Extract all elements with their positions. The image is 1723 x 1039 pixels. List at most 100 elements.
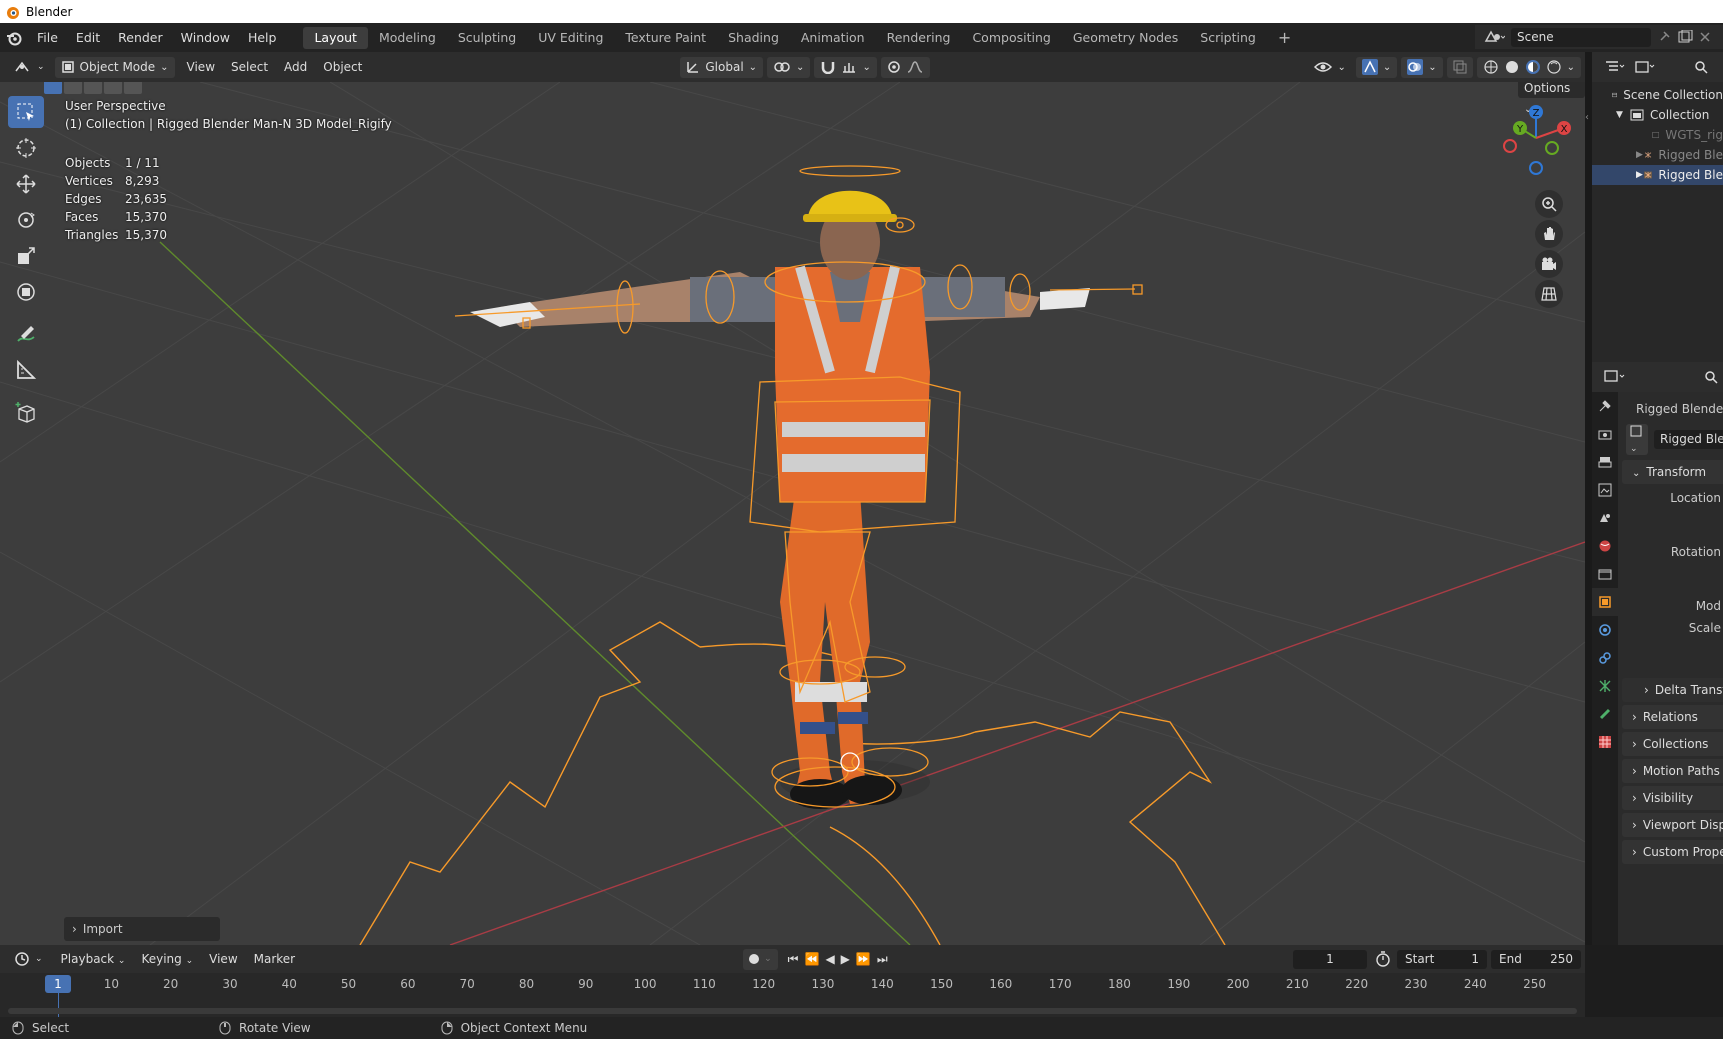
expand-arrow-icon[interactable]: ▼ <box>1616 105 1630 125</box>
outliner-item[interactable]: ▶ Rigged Ble <box>1592 145 1723 165</box>
end-frame-field[interactable]: End 250 <box>1491 949 1581 969</box>
close-icon[interactable] <box>1699 31 1711 43</box>
physics-tab[interactable] <box>1592 616 1618 644</box>
viewport-display-panel-header[interactable]: › Viewport Displa <box>1622 813 1723 837</box>
menu-window[interactable]: Window <box>172 23 239 52</box>
tab-sculpting[interactable]: Sculpting <box>447 27 527 49</box>
texture-tab[interactable] <box>1592 728 1618 756</box>
bone-tab[interactable] <box>1592 700 1618 728</box>
menu-select[interactable]: Select <box>223 60 276 74</box>
tab-scripting[interactable]: Scripting <box>1189 27 1267 49</box>
jump-end-icon[interactable]: ⏭ <box>877 952 888 967</box>
tool-tab[interactable] <box>1592 392 1618 420</box>
tab-modeling[interactable]: Modeling <box>368 27 447 49</box>
world-tab[interactable] <box>1592 532 1618 560</box>
wireframe-shading-icon[interactable] <box>1483 59 1499 75</box>
annotate-tool[interactable] <box>8 318 44 350</box>
prev-keyframe-icon[interactable]: ⏪ <box>804 952 819 967</box>
outliner-editor-icon[interactable] <box>1604 60 1626 74</box>
material-shading-icon[interactable] <box>1525 59 1541 75</box>
blender-menu-icon[interactable] <box>0 30 28 46</box>
collection-tab[interactable] <box>1592 560 1618 588</box>
select-subtract-icon[interactable] <box>84 82 102 94</box>
data-name-field[interactable]: Rigged Blen <box>1654 429 1723 449</box>
proportional-editing-toggle[interactable] <box>880 56 930 78</box>
timeline-editor-type-button[interactable]: ⌄ <box>8 949 49 970</box>
scale-tool[interactable] <box>8 240 44 272</box>
tab-compositing[interactable]: Compositing <box>961 27 1061 49</box>
scene-tab[interactable] <box>1592 504 1618 532</box>
outliner-item-selected[interactable]: ▶ Rigged Ble <box>1592 165 1723 185</box>
jump-start-icon[interactable]: ⏮ <box>788 952 799 967</box>
menu-keying[interactable]: Keying ⌄ <box>133 952 201 966</box>
new-scene-icon[interactable] <box>1677 30 1693 44</box>
tab-layout[interactable]: Layout <box>303 26 368 49</box>
menu-edit[interactable]: Edit <box>67 23 109 52</box>
display-mode-icon[interactable] <box>1634 60 1656 74</box>
menu-render[interactable]: Render <box>109 23 172 52</box>
timeline-scrollbar[interactable] <box>8 1008 1577 1014</box>
region-toggle-strip[interactable]: ‹ <box>1585 52 1592 945</box>
stopwatch-icon[interactable] <box>1375 951 1391 967</box>
tab-rendering[interactable]: Rendering <box>876 27 962 49</box>
pin-icon[interactable] <box>1657 30 1671 44</box>
expand-arrow-icon[interactable]: ▶ <box>1636 145 1644 165</box>
constraints-tab[interactable] <box>1592 644 1618 672</box>
object-mode-dropdown[interactable]: Object Mode ⌄ <box>54 56 175 78</box>
select-new-icon[interactable] <box>44 82 62 94</box>
motion-paths-panel-header[interactable]: › Motion Paths <box>1622 759 1723 783</box>
play-reverse-icon[interactable]: ◀ <box>825 952 834 967</box>
search-icon[interactable] <box>1694 60 1710 74</box>
menu-help[interactable]: Help <box>239 23 286 52</box>
tab-animation[interactable]: Animation <box>790 27 876 49</box>
add-workspace-button[interactable]: + <box>1267 27 1302 49</box>
start-frame-field[interactable]: Start 1 <box>1397 949 1487 969</box>
perspective-toggle-button[interactable] <box>1535 280 1563 308</box>
menu-playback[interactable]: Playback ⌄ <box>53 952 134 966</box>
pan-button[interactable] <box>1535 220 1563 248</box>
last-operator-panel[interactable]: › Import <box>64 917 220 941</box>
menu-marker[interactable]: Marker <box>246 952 303 966</box>
solid-shading-icon[interactable] <box>1504 59 1520 75</box>
data-tab[interactable] <box>1592 672 1618 700</box>
output-tab[interactable] <box>1592 448 1618 476</box>
menu-view[interactable]: View <box>179 60 223 74</box>
next-keyframe-icon[interactable]: ⏩ <box>856 952 871 967</box>
transform-tool[interactable] <box>8 276 44 308</box>
timeline-area[interactable]: 1 10 20 30 40 50 60 70 80 90 100 110 120 130 140 150 160… <box>0 973 1585 1017</box>
zoom-button[interactable] <box>1535 190 1563 218</box>
current-frame-marker[interactable]: 1 <box>45 975 71 993</box>
outliner-item[interactable]: ▼ Collection <box>1592 105 1723 125</box>
expand-arrow-icon[interactable]: ▶ <box>1636 165 1644 185</box>
scene-icon[interactable] <box>1483 29 1505 45</box>
delta-transform-panel-header[interactable]: › Delta Transf <box>1622 678 1723 702</box>
menu-timeline-view[interactable]: View <box>201 952 245 966</box>
transform-panel-header[interactable]: ⌄ Transform <box>1622 460 1723 484</box>
menu-add[interactable]: Add <box>276 60 315 74</box>
cursor-tool[interactable] <box>8 132 44 164</box>
view-layer-tab[interactable] <box>1592 476 1618 504</box>
visibility-dropdown[interactable]: ⌄ <box>1308 57 1351 78</box>
search-icon[interactable] <box>1704 370 1720 384</box>
custom-properties-panel-header[interactable]: › Custom Propert <box>1622 840 1723 864</box>
data-browse-button[interactable]: ⌄ <box>1626 423 1648 455</box>
rotate-tool[interactable] <box>8 204 44 236</box>
camera-view-button[interactable] <box>1535 250 1563 278</box>
overlays-toggle[interactable]: ⌄ <box>1401 56 1443 78</box>
select-intersect-icon[interactable] <box>124 82 142 94</box>
menu-file[interactable]: File <box>28 23 67 52</box>
scene-name-field[interactable]: Scene <box>1511 27 1651 47</box>
options-dropdown[interactable]: Options ⌄ <box>1518 82 1585 115</box>
rendered-shading-icon[interactable] <box>1546 59 1562 75</box>
outliner-item[interactable]: WGTS_rig <box>1592 125 1723 145</box>
render-tab[interactable] <box>1592 420 1618 448</box>
xray-toggle[interactable] <box>1446 56 1473 78</box>
visibility-panel-header[interactable]: › Visibility <box>1622 786 1723 810</box>
move-tool[interactable] <box>8 168 44 200</box>
outliner-item[interactable]: Scene Collection <box>1592 85 1723 105</box>
properties-editor-icon[interactable] <box>1604 370 1628 384</box>
tab-geometry-nodes[interactable]: Geometry Nodes <box>1062 27 1189 49</box>
tab-shading[interactable]: Shading <box>717 27 790 49</box>
relations-panel-header[interactable]: › Relations <box>1622 705 1723 729</box>
measure-tool[interactable] <box>8 354 44 386</box>
